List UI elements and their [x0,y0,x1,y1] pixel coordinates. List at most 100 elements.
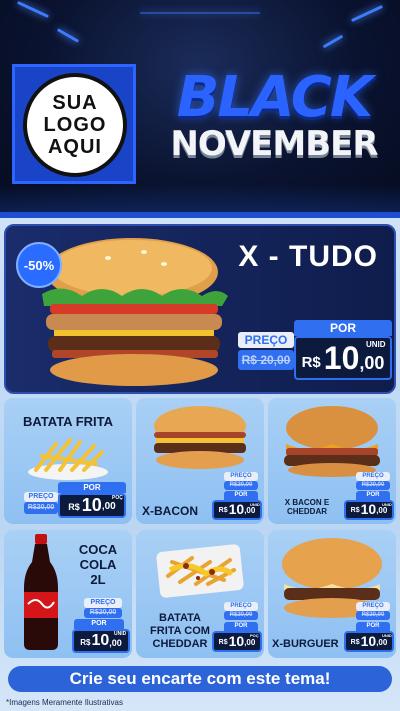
price-int: 10 [91,632,110,649]
old-price: R$20,00 [224,611,258,620]
hero-card: -50% X - TUDO POR PREÇO R$ 20,00 R$ 10 ,… [4,224,396,394]
burger-image [42,238,228,386]
unit-label: UNID [382,633,392,638]
por-label: POR [224,622,258,631]
header-banner: SUA LOGO AQUI BLACK NOVEMBER [0,0,400,218]
preco-label: PREÇO [356,472,390,481]
currency: R$ [350,639,360,646]
currency: R$ [301,354,321,371]
name-line: COCA [78,542,118,557]
name-line: 2L [90,572,106,587]
product-name: X-BACON [142,504,198,518]
product-name: X BACON E CHEDDAR [274,498,340,516]
product-card-x-bacon: X-BACON PREÇO R$20,00 POR R$ 10 ,00 UNID [136,398,264,524]
por-label: POR [224,491,258,500]
price-dec: ,00 [376,638,388,647]
price-int: 10 [81,495,102,515]
currency: R$ [80,638,91,647]
product-card-batata-frita: BATATA FRITA POR PREÇO R$20,00 R$ 10 ,00… [4,398,132,524]
currency: R$ [68,502,80,512]
cheddar-fries-image [156,544,244,598]
product-name: COCA COLA 2L [68,542,128,587]
por-label: POR [294,320,392,336]
price-tag: PREÇO R$20,00 POR R$ 10 ,00 POÇ [212,602,262,654]
name-line: COLA [79,557,117,572]
disclaimer-text: *Imagens Meramente Ilustrativas [6,698,123,707]
neon-line [56,28,80,43]
price-tag: PREÇO R$20,00 POR R$ 10 ,00 UNID [344,602,394,654]
promo-title: BLACK NOVEMBER [152,65,396,164]
unit-label: POÇ [112,495,123,501]
price-int: 10 [360,501,377,517]
neon-line [350,4,384,23]
product-name: X-BURGUER [272,638,339,650]
unit-label: UNID [114,631,127,637]
preco-label: PREÇO [24,492,58,502]
por-label: POR [58,482,126,493]
cta-button[interactable]: Crie seu encarte com este tema! [8,666,392,692]
name-line: X BACON E [284,498,330,507]
preco-label: PREÇO [224,472,258,481]
price-tag: POR PREÇO R$20,00 R$ 10 ,00 POÇ [24,482,128,520]
product-card-batata-cheddar: BATATA FRITA COM CHEDDAR PREÇO R$20,00 P… [136,530,264,658]
unit-label: UNID [382,502,392,507]
price-dec: ,00 [109,638,122,648]
price-int: 10 [360,633,377,649]
discount-badge: -50% [16,242,62,288]
logo-circle: SUA LOGO AQUI [23,73,127,177]
por-label: POR [74,619,124,629]
logo-line: SUA [52,92,98,114]
burger-image [154,406,246,469]
old-price: R$20,00 [356,611,390,620]
product-card-x-bacon-cheddar: X BACON E CHEDDAR PREÇO R$20,00 POR R$ 1… [268,398,396,524]
preco-label: PREÇO [238,332,294,348]
price-tag: PREÇO R$20,00 POR R$ 10 ,00 UNID [344,472,394,520]
soda-bottle-image [24,534,58,650]
logo-line: LOGO [43,114,107,136]
title-black: BLACK [176,65,373,130]
currency: R$ [218,507,228,514]
old-price: R$20,00 [356,481,390,490]
hero-price-tag: POR PREÇO R$ 20,00 R$ 10 ,00 UNID [238,320,394,390]
preco-label: PREÇO [84,598,122,608]
neon-line [140,12,260,14]
name-line: BATATA [159,612,201,624]
neon-line [322,34,344,49]
price-dec: ,00 [359,353,385,373]
price-tag: PREÇO R$20,00 POR R$ 10 ,00 UNID [212,472,262,520]
unit-label: POÇ [250,633,259,638]
currency: R$ [218,639,228,646]
title-november: NOVEMBER [170,124,378,164]
burger-image [284,406,380,477]
product-grid: -50% X - TUDO POR PREÇO R$ 20,00 R$ 10 ,… [0,218,400,711]
old-price: R$ 20,00 [238,350,294,370]
product-card-x-burguer: X-BURGUER PREÇO R$20,00 POR R$ 10 ,00 UN… [268,530,396,658]
price-int: 10 [228,501,245,517]
unit-label: UNID [250,502,260,507]
name-line: CHEDDAR [287,507,327,516]
preco-label: PREÇO [224,602,258,611]
old-price: R$20,00 [224,481,258,490]
price-dec: ,00 [244,638,256,647]
por-label: POR [356,491,390,500]
product-name: BATATA FRITA [22,414,113,429]
name-line: FRITA COM [150,625,210,637]
preco-label: PREÇO [356,602,390,611]
logo-text: SUA LOGO AQUI [44,92,107,158]
price-int: 10 [228,633,245,649]
por-label: POR [356,622,390,631]
neon-line [16,0,50,19]
old-price: R$20,00 [24,502,58,514]
product-card-coca-cola: COCA COLA 2L PREÇO R$20,00 POR R$ 10 ,00… [4,530,132,658]
unit-label: UNID [366,340,386,349]
name-line: CHEDDAR [152,638,208,650]
product-name: BATATA FRITA COM CHEDDAR [138,612,222,651]
price-int: 10 [323,340,360,376]
logo-line: AQUI [47,136,102,158]
currency: R$ [350,507,360,514]
hero-product-name: X - TUDO [238,240,378,273]
fries-image [28,438,108,480]
logo-placeholder: SUA LOGO AQUI [12,64,136,184]
old-price: R$20,00 [84,608,122,618]
price-tag: PREÇO R$20,00 POR R$ 10 ,00 UNID [70,598,130,654]
